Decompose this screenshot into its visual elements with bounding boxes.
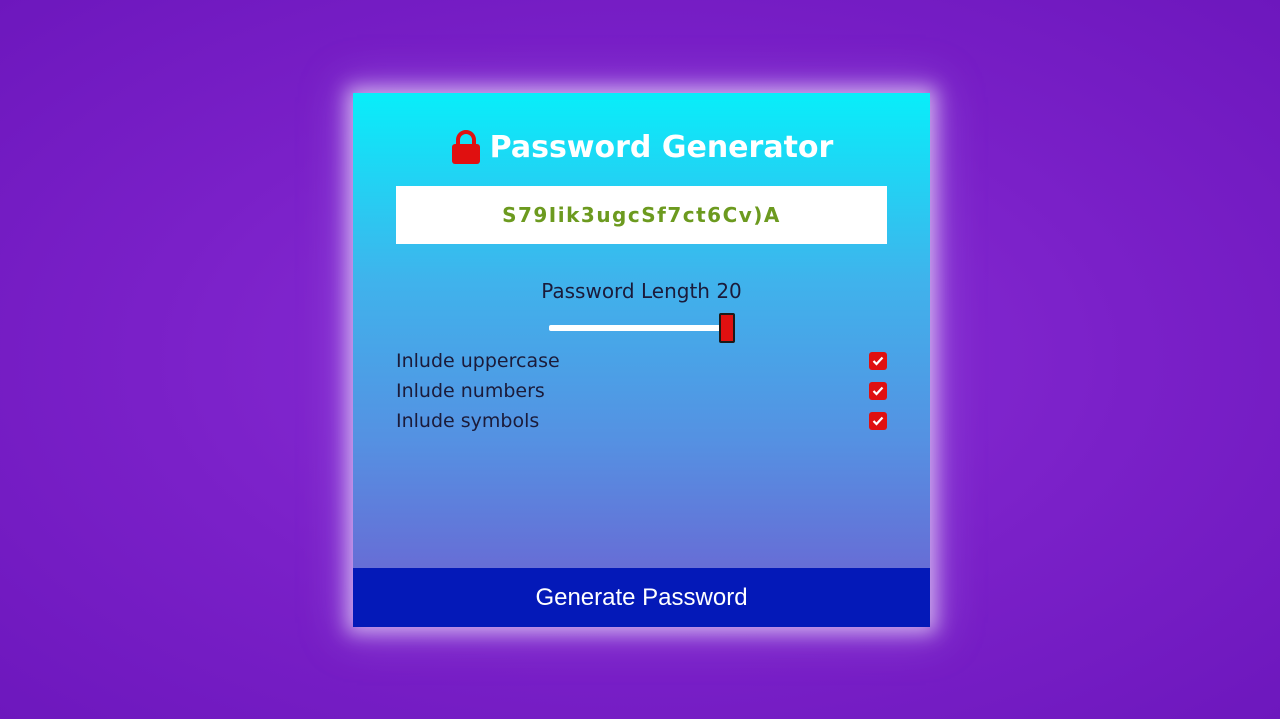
check-icon [872,416,884,426]
password-length-label: Password Length 20 [541,279,742,303]
generate-password-button[interactable]: Generate Password [353,568,930,627]
check-icon [872,356,884,366]
app-title-text: Password Generator [489,129,834,165]
password-text: S79Iik3ugcSf7ct6Cv)A [502,203,781,227]
option-label: Inlude uppercase [396,350,560,372]
app-title: Password Generator [353,129,930,165]
option-label: Inlude symbols [396,410,540,432]
option-numbers[interactable]: Inlude numbers [396,378,887,404]
numbers-checkbox[interactable] [869,382,887,400]
lock-icon [451,130,480,164]
length-slider[interactable] [549,313,735,343]
uppercase-checkbox[interactable] [869,352,887,370]
option-symbols[interactable]: Inlude symbols [396,408,887,434]
password-generator-card: Password Generator S79Iik3ugcSf7ct6Cv)A … [353,93,930,627]
slider-track [549,325,735,331]
slider-thumb[interactable] [719,313,735,343]
option-label: Inlude numbers [396,380,545,402]
password-output[interactable]: S79Iik3ugcSf7ct6Cv)A [396,186,887,244]
option-uppercase[interactable]: Inlude uppercase [396,348,887,374]
check-icon [872,386,884,396]
symbols-checkbox[interactable] [869,412,887,430]
